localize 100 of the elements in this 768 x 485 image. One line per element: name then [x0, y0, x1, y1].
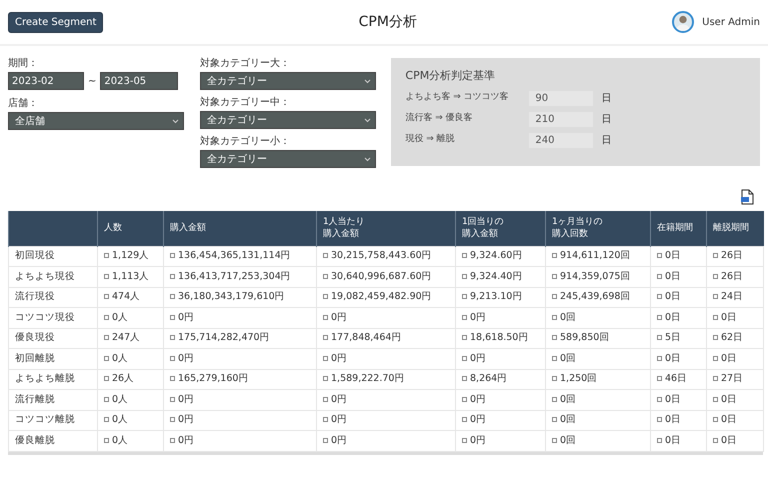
- square-icon: [713, 294, 718, 300]
- square-icon: [713, 274, 718, 279]
- square-icon: [657, 314, 662, 320]
- square-icon: [104, 314, 109, 320]
- table-cell: 0円: [178, 434, 194, 446]
- square-icon: [462, 438, 467, 443]
- column-header: 1人当たり購入金額: [323, 216, 366, 240]
- row-label: よちよち離脱: [8, 369, 98, 390]
- table-cell: 0日: [665, 434, 682, 446]
- square-icon: [657, 417, 662, 422]
- table-cell: 18,618.50円: [470, 332, 528, 344]
- table-cell: 0日: [721, 352, 738, 364]
- square-icon: [323, 356, 328, 361]
- square-icon: [552, 438, 557, 443]
- table-cell: 0日: [665, 394, 682, 405]
- square-icon: [104, 253, 109, 258]
- square-icon: [552, 417, 557, 422]
- date-field[interactable]: 2023-05: [100, 72, 178, 90]
- table-cell: 0円: [470, 352, 486, 364]
- table-cell: 0日: [721, 394, 738, 405]
- table-cell: 0回: [560, 312, 576, 323]
- chevron-icon: [172, 118, 179, 124]
- field-label: 期間：: [8, 58, 39, 70]
- table-cell: 0人: [112, 394, 128, 405]
- table-cell: 27日: [721, 373, 744, 384]
- table-cell: 589,850回: [560, 332, 610, 344]
- table-cell: 9,324.60円: [470, 250, 522, 262]
- square-icon: [462, 335, 467, 340]
- square-icon: [657, 356, 662, 361]
- dropdown-select[interactable]: 全カテゴリー: [200, 150, 376, 168]
- table-cell: 177,848,464円: [331, 332, 402, 344]
- table-cell: 46日: [665, 373, 688, 384]
- days-field[interactable]: 90: [529, 90, 594, 106]
- square-icon: [552, 314, 557, 320]
- square-icon: [657, 376, 662, 382]
- user-name[interactable]: User Admin: [702, 14, 760, 30]
- square-icon: [323, 274, 328, 279]
- table-cell: 0日: [665, 291, 682, 302]
- square-icon: [552, 396, 557, 402]
- square-icon: [170, 335, 175, 340]
- table-cell: 0円: [331, 312, 348, 323]
- days-field[interactable]: 240: [529, 132, 594, 148]
- table-cell: 0日: [721, 434, 738, 446]
- column-header: 購入金額: [170, 222, 207, 234]
- dropdown-select[interactable]: 全カテゴリー: [200, 111, 376, 129]
- create-segment-button[interactable]: Create Segment: [8, 12, 104, 32]
- dropdown-select[interactable]: 全店舗: [8, 112, 184, 130]
- avatar-icon: [672, 11, 694, 33]
- square-icon: [323, 294, 328, 300]
- square-icon: [552, 356, 557, 361]
- table-cell: 0人: [112, 352, 128, 364]
- table-cell: 0回: [560, 434, 576, 446]
- table-cell: 24日: [721, 291, 744, 302]
- row-label: よちよち現役: [8, 266, 98, 287]
- square-icon: [657, 253, 662, 258]
- square-icon: [170, 438, 175, 443]
- panel-title: CPM分析判定基準: [405, 68, 496, 84]
- square-icon: [657, 274, 662, 279]
- square-icon: [657, 396, 662, 402]
- square-icon: [170, 396, 175, 402]
- row-label: 初回現役: [8, 246, 98, 266]
- row-label: 優良離脱: [8, 430, 98, 451]
- table-cell: 165,279,160円: [178, 373, 248, 384]
- table-cell: 9,213.10円: [470, 291, 522, 302]
- table-cell: 30,215,758,443.60円: [331, 250, 432, 262]
- square-icon: [713, 335, 718, 340]
- square-icon: [657, 335, 662, 340]
- square-icon: [104, 438, 109, 443]
- table-cell: 5日: [665, 332, 682, 344]
- table-cell: 1,129人: [112, 250, 150, 262]
- table-cell: 914,359,075回: [560, 270, 630, 282]
- square-icon: [462, 274, 467, 279]
- table-cell: 0人: [112, 434, 128, 446]
- table-cell: 26日: [721, 250, 744, 262]
- table-cell: 1,589,222.70円: [331, 373, 404, 384]
- table-cell: 0日: [665, 250, 682, 262]
- days-field[interactable]: 210: [529, 112, 594, 126]
- row-label: 流行離脱: [8, 390, 98, 410]
- column-header: 在籍期間: [657, 222, 694, 234]
- table-cell: 0日: [665, 414, 682, 426]
- table-cell: 0円: [178, 352, 194, 364]
- field-label: 対象カテゴリー中：: [200, 97, 292, 109]
- square-icon: [104, 274, 109, 279]
- square-icon: [552, 376, 557, 382]
- row-label: 流行現役: [8, 287, 98, 308]
- table-cell: 0日: [721, 312, 738, 323]
- square-icon: [713, 253, 718, 258]
- field-label: 対象カテゴリー大：: [200, 58, 292, 70]
- table-cell: 0回: [560, 352, 576, 364]
- square-icon: [104, 335, 109, 340]
- chevron-icon: [364, 118, 372, 122]
- square-icon: [170, 356, 175, 361]
- criteria-label: 流行客 ⇒ 優良客: [405, 112, 474, 126]
- square-icon: [170, 253, 175, 258]
- excel-file-icon[interactable]: [741, 189, 754, 205]
- date-field[interactable]: 2023-02: [8, 72, 84, 90]
- square-icon: [170, 376, 175, 382]
- row-label: 優良現役: [8, 328, 98, 348]
- dropdown-select[interactable]: 全カテゴリー: [200, 72, 376, 90]
- column-header: 離脱期間: [713, 222, 750, 234]
